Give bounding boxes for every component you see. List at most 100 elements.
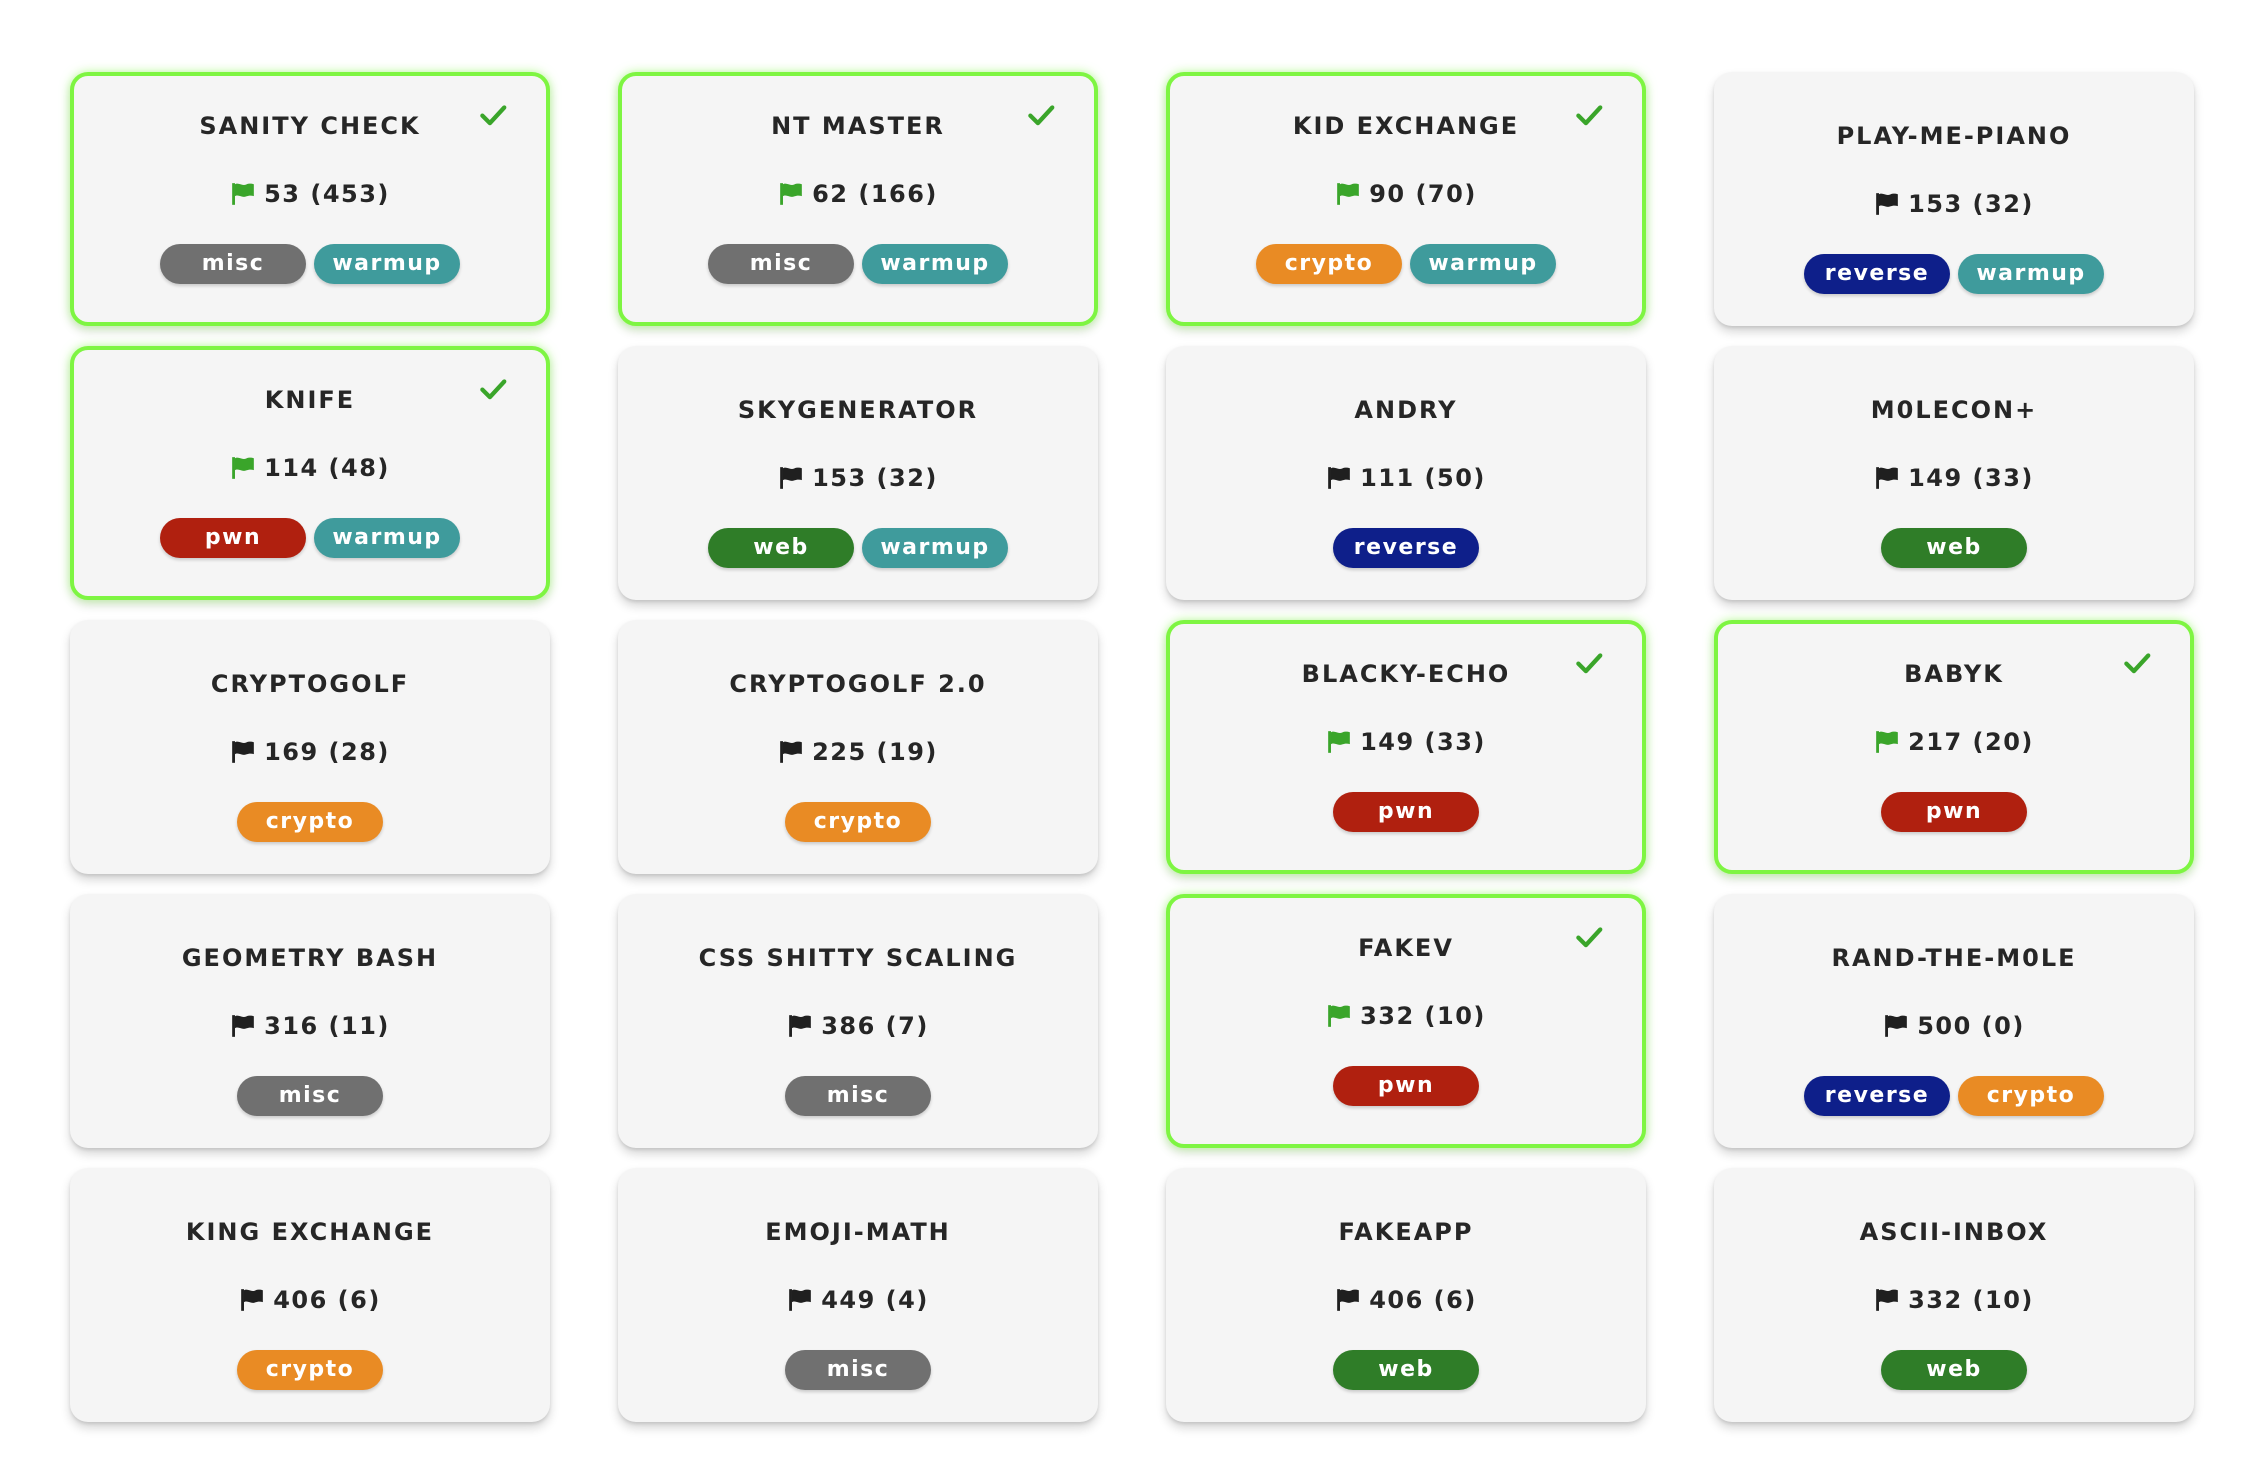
challenge-title: BLACKY-ECHO (1301, 660, 1511, 688)
challenge-title: SANITY CHECK (199, 112, 421, 140)
flag-icon (232, 1015, 254, 1037)
challenge-tags: pwn warmup (160, 518, 460, 558)
challenge-title: SKYGENERATOR (737, 396, 979, 424)
flag-icon (241, 1289, 264, 1311)
tag-reverse: reverse (1333, 528, 1479, 568)
challenge-score: 225 (19) (778, 738, 938, 766)
check-icon (1028, 105, 1055, 126)
challenge-tags: reverse (1333, 528, 1479, 568)
challenge-tags: crypto (237, 802, 383, 842)
tag-web: web (1881, 528, 2027, 568)
check-icon (1576, 105, 1603, 126)
challenge-card-babyk[interactable]: BABYK 217 (20) pwn (1714, 620, 2194, 874)
challenge-card-kid-exchange[interactable]: KID EXCHANGE 90 (70) crypto warmup (1166, 72, 1646, 326)
tag-misc: misc (785, 1076, 931, 1116)
challenge-card-sanity-check[interactable]: SANITY CHECK 53 (453) misc warmup (70, 72, 550, 326)
tag-warmup: warmup (314, 518, 460, 558)
challenge-card-fakeapp[interactable]: FAKEAPP 406 (6) web (1166, 1168, 1646, 1422)
challenge-title: GEOMETRY BASH (181, 944, 439, 972)
challenge-tags: pwn (1333, 792, 1479, 832)
challenge-tags: pwn (1881, 792, 2027, 832)
flag-icon (232, 741, 254, 763)
challenge-title: EMOJI-MATH (765, 1218, 951, 1246)
challenge-tags: web warmup (708, 528, 1008, 568)
challenge-score: 500 (0) (1883, 1012, 2025, 1040)
tag-crypto: crypto (237, 1350, 383, 1390)
challenge-card-skygenerator[interactable]: SKYGENERATOR 153 (32) web warmup (618, 346, 1098, 600)
challenge-card-geometry-bash[interactable]: GEOMETRY BASH 316 (11) misc (70, 894, 550, 1148)
challenge-score: 332 (10) (1326, 1002, 1486, 1030)
challenge-title: ANDRY (1354, 396, 1458, 424)
challenge-card-m0lecon[interactable]: M0LECON+ 149 (33) web (1714, 346, 2194, 600)
points-and-solves: 332 (10) (1908, 1286, 2034, 1314)
challenge-tags: reverse crypto (1804, 1076, 2104, 1116)
flag-icon (1876, 193, 1898, 215)
points-and-solves: 111 (50) (1360, 464, 1486, 492)
challenge-card-andry[interactable]: ANDRY 111 (50) reverse (1166, 346, 1646, 600)
tag-warmup: warmup (862, 528, 1008, 568)
challenge-title: CRYPTOGOLF (210, 670, 410, 698)
challenge-card-ascii-inbox[interactable]: ASCII-INBOX 332 (10) web (1714, 1168, 2194, 1422)
tag-misc: misc (708, 244, 854, 284)
points-and-solves: 332 (10) (1360, 1002, 1486, 1030)
points-and-solves: 449 (4) (821, 1286, 929, 1314)
tag-crypto: crypto (1958, 1076, 2104, 1116)
challenge-card-nt-master[interactable]: NT MASTER 62 (166) misc warmup (618, 72, 1098, 326)
flag-icon (1876, 1289, 1898, 1311)
flag-icon (232, 457, 254, 479)
challenge-card-king-exchange[interactable]: KING EXCHANGE 406 (6) crypto (70, 1168, 550, 1422)
challenge-card-cryptogolf[interactable]: CRYPTOGOLF 169 (28) crypto (70, 620, 550, 874)
tag-misc: misc (160, 244, 306, 284)
tag-reverse: reverse (1804, 1076, 1950, 1116)
tag-web: web (708, 528, 854, 568)
challenge-title: CRYPTOGOLF 2.0 (729, 670, 987, 698)
tag-warmup: warmup (1410, 244, 1556, 284)
challenge-score: 114 (48) (230, 454, 390, 482)
tag-web: web (1333, 1350, 1479, 1390)
challenge-title: FAKEV (1358, 934, 1454, 962)
challenge-card-play-me-piano[interactable]: PLAY-ME-PIANO 153 (32) reverse warmup (1714, 72, 2194, 326)
flag-icon (780, 467, 802, 489)
challenge-card-rand-the-m0le[interactable]: RAND-THE-M0LE 500 (0) reverse crypto (1714, 894, 2194, 1148)
tag-pwn: pwn (1333, 792, 1479, 832)
challenge-card-css-shitty-scaling[interactable]: CSS SHITTY SCALING 386 (7) misc (618, 894, 1098, 1148)
points-and-solves: 90 (70) (1369, 180, 1477, 208)
challenge-score: 53 (453) (230, 180, 390, 208)
challenge-score: 111 (50) (1326, 464, 1486, 492)
challenge-score: 149 (33) (1874, 464, 2034, 492)
tag-pwn: pwn (160, 518, 306, 558)
challenge-title: KID EXCHANGE (1292, 112, 1520, 140)
points-and-solves: 316 (11) (264, 1012, 390, 1040)
challenge-card-cryptogolf-2-0[interactable]: CRYPTOGOLF 2.0 225 (19) crypto (618, 620, 1098, 874)
challenge-score: 316 (11) (230, 1012, 390, 1040)
challenge-title: M0LECON+ (1870, 396, 2038, 424)
points-and-solves: 153 (32) (812, 464, 938, 492)
challenge-score: 153 (32) (778, 464, 938, 492)
points-and-solves: 217 (20) (1908, 728, 2034, 756)
points-and-solves: 500 (0) (1917, 1012, 2025, 1040)
points-and-solves: 114 (48) (264, 454, 390, 482)
challenge-title: FAKEAPP (1338, 1218, 1474, 1246)
tag-warmup: warmup (862, 244, 1008, 284)
challenge-score: 332 (10) (1874, 1286, 2034, 1314)
tag-reverse: reverse (1804, 254, 1950, 294)
challenge-score: 153 (32) (1874, 190, 2034, 218)
challenge-score: 217 (20) (1874, 728, 2034, 756)
challenge-card-emoji-math[interactable]: EMOJI-MATH 449 (4) misc (618, 1168, 1098, 1422)
tag-crypto: crypto (1256, 244, 1402, 284)
challenge-card-knife[interactable]: KNIFE 114 (48) pwn warmup (70, 346, 550, 600)
flag-icon (232, 183, 254, 205)
challenge-tags: crypto (237, 1350, 383, 1390)
challenge-tags: misc (237, 1076, 383, 1116)
points-and-solves: 225 (19) (812, 738, 938, 766)
flag-icon (1328, 1005, 1350, 1027)
challenge-title: ASCII-INBOX (1859, 1218, 2049, 1246)
challenge-grid: SANITY CHECK 53 (453) misc warmup NT MASTER 6… (70, 72, 2194, 1422)
check-icon (1576, 927, 1603, 948)
challenge-card-fakev[interactable]: FAKEV 332 (10) pwn (1166, 894, 1646, 1148)
points-and-solves: 149 (33) (1908, 464, 2034, 492)
challenge-card-blacky-echo[interactable]: BLACKY-ECHO 149 (33) pwn (1166, 620, 1646, 874)
tag-warmup: warmup (314, 244, 460, 284)
tag-pwn: pwn (1333, 1066, 1479, 1106)
points-and-solves: 149 (33) (1360, 728, 1486, 756)
